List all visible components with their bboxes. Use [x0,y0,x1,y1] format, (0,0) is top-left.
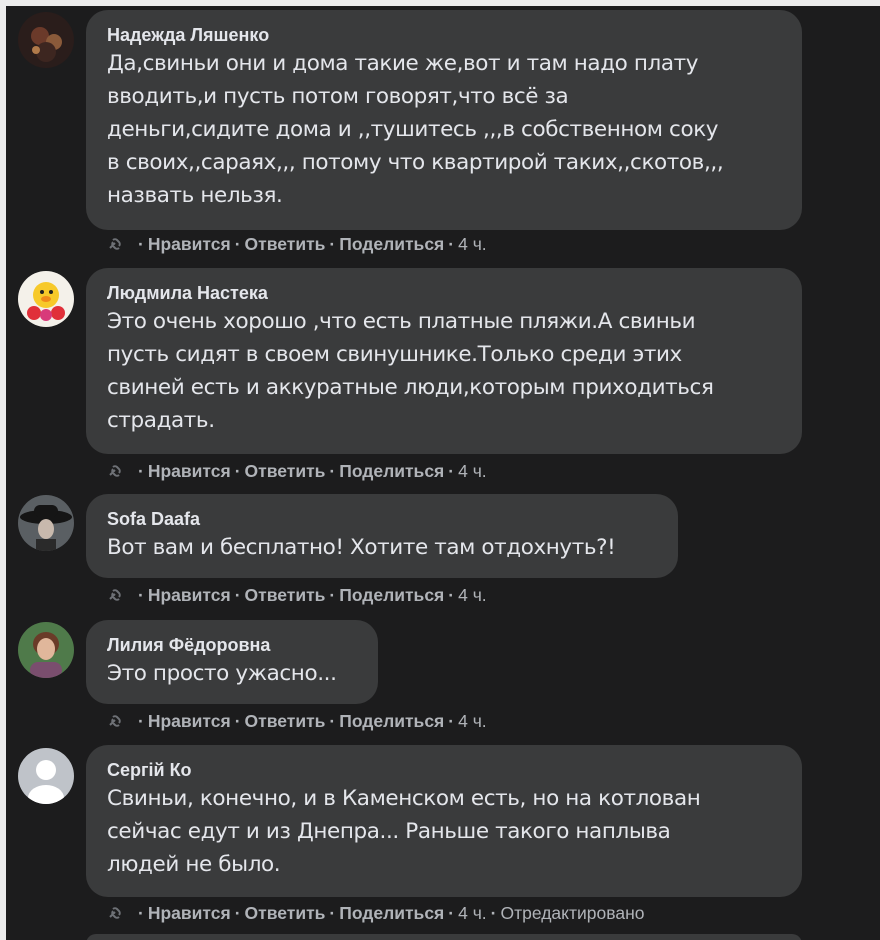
comment-text-line: назвать нельзя. [107,183,283,208]
comment-text-line: свиней есть и аккуратные люди,которым пр… [107,375,714,400]
separator: · [490,902,497,923]
like-link[interactable]: Нравится [148,711,231,732]
comment-text-line: Вот вам и бесплатно! Хотите там отдохнут… [107,535,616,560]
like-link[interactable]: Нравится [148,585,231,606]
comment-text: Да,свиньи они и дома такие же,вот и там … [107,47,782,212]
timestamp[interactable]: 4 ч. [458,903,487,924]
share-link[interactable]: Поделиться [339,461,444,482]
comment-text-line: сейчас едут и из Днепра... Раньше такого… [107,819,671,844]
react-icon[interactable] [106,711,126,731]
avatar[interactable] [18,748,74,804]
comment-text-line: пусть сидят в своем свинушнике.Только ср… [107,342,682,367]
separator: · [448,710,455,731]
comment-text-line: деньги,сидите дома и ,,тушитесь ,,,в соб… [107,117,719,142]
comment-text: Вот вам и бесплатно! Хотите там отдохнут… [107,531,658,564]
reply-link[interactable]: Ответить [245,711,326,732]
duck-avatar-icon [18,271,74,327]
separator: · [138,584,144,605]
like-link[interactable]: Нравится [148,903,231,924]
react-icon[interactable] [106,461,126,481]
comment-text: Это просто ужасно... [107,657,358,690]
separator: · [448,584,455,605]
comment-text-line: людей не было. [107,852,281,877]
share-link[interactable]: Поделиться [339,903,444,924]
comment-text-line: Это очень хорошо ,что есть платные пляжи… [107,309,696,334]
comment-author[interactable]: Лилия Фёдоровна [107,634,358,656]
separator: · [234,460,241,481]
separator: · [138,902,144,923]
share-link[interactable]: Поделиться [339,711,444,732]
comment-author[interactable]: Сергій Ко [107,759,782,781]
avatar[interactable] [18,495,74,551]
separator: · [329,710,336,731]
comment-text-line: вводить,и пусть потом говорят,что всё за [107,84,569,109]
separator: · [234,710,241,731]
separator: · [329,460,336,481]
comment-actions: · Нравится · Ответить · Поделиться · 4 ч… [106,710,487,732]
separator: · [234,233,241,254]
separator: · [138,233,144,254]
comment-bubble: Лилия Фёдоровна Это просто ужасно... [86,620,378,704]
comment-actions: · Нравится · Ответить · Поделиться · 4 ч… [106,584,487,606]
comment-author[interactable]: Надежда Ляшенко [107,24,782,46]
dark-photo-avatar-icon [18,12,74,68]
comment-actions: · Нравится · Ответить · Поделиться · 4 ч… [106,233,487,255]
share-link[interactable]: Поделиться [339,234,444,255]
avatar[interactable] [18,271,74,327]
comment-text: Это очень хорошо ,что есть платные пляжи… [107,305,782,437]
timestamp[interactable]: 4 ч. [458,461,487,482]
comment-bubble: Сергій Ко Свиньи, конечно, и в Каменском… [86,745,802,897]
default-user-avatar-icon [18,748,74,804]
portrait-avatar-icon [18,622,74,678]
comment-author[interactable]: Людмила Настека [107,282,782,304]
separator: · [329,902,336,923]
comment-text-line: Это просто ужасно... [107,661,337,686]
separator: · [138,460,144,481]
comment-bubble: Sofa Daafa Вот вам и бесплатно! Хотите т… [86,494,678,578]
comment-actions: · Нравится · Ответить · Поделиться · 4 ч… [106,460,487,482]
comment-bubble: Надежда Ляшенко Да,свиньи они и дома так… [86,10,802,230]
react-icon[interactable] [106,234,126,254]
like-link[interactable]: Нравится [148,234,231,255]
timestamp[interactable]: 4 ч. [458,711,487,732]
separator: · [329,584,336,605]
window-frame-top [0,0,880,6]
comment-text-line: страдать. [107,408,215,433]
reply-link[interactable]: Ответить [245,585,326,606]
separator: · [138,710,144,731]
reply-link[interactable]: Ответить [245,461,326,482]
next-comment-bubble-partial [86,934,802,940]
timestamp[interactable]: 4 ч. [458,585,487,606]
comment-bubble: Людмила Настека Это очень хорошо ,что ес… [86,268,802,454]
avatar[interactable] [18,12,74,68]
comment-actions: · Нравится · Ответить · Поделиться · 4 ч… [106,902,645,924]
window-frame-left [0,0,6,940]
comment-author[interactable]: Sofa Daafa [107,508,658,530]
reply-link[interactable]: Ответить [245,234,326,255]
comment-text-line: Да,свиньи они и дома такие же,вот и там … [107,51,699,76]
share-link[interactable]: Поделиться [339,585,444,606]
react-icon[interactable] [106,585,126,605]
separator: · [448,460,455,481]
like-link[interactable]: Нравится [148,461,231,482]
reply-link[interactable]: Ответить [245,903,326,924]
edited-label[interactable]: Отредактировано [501,903,645,924]
react-icon[interactable] [106,903,126,923]
separator: · [448,902,455,923]
separator: · [234,902,241,923]
hat-avatar-icon [18,495,74,551]
comment-text-line: Свиньи, конечно, и в Каменском есть, но … [107,786,701,811]
timestamp[interactable]: 4 ч. [458,234,487,255]
avatar[interactable] [18,622,74,678]
separator: · [234,584,241,605]
separator: · [448,233,455,254]
comment-text-line: в своих,,сараях,,, потому что квартирой … [107,150,724,175]
comment-text: Свиньи, конечно, и в Каменском есть, но … [107,782,782,881]
separator: · [329,233,336,254]
